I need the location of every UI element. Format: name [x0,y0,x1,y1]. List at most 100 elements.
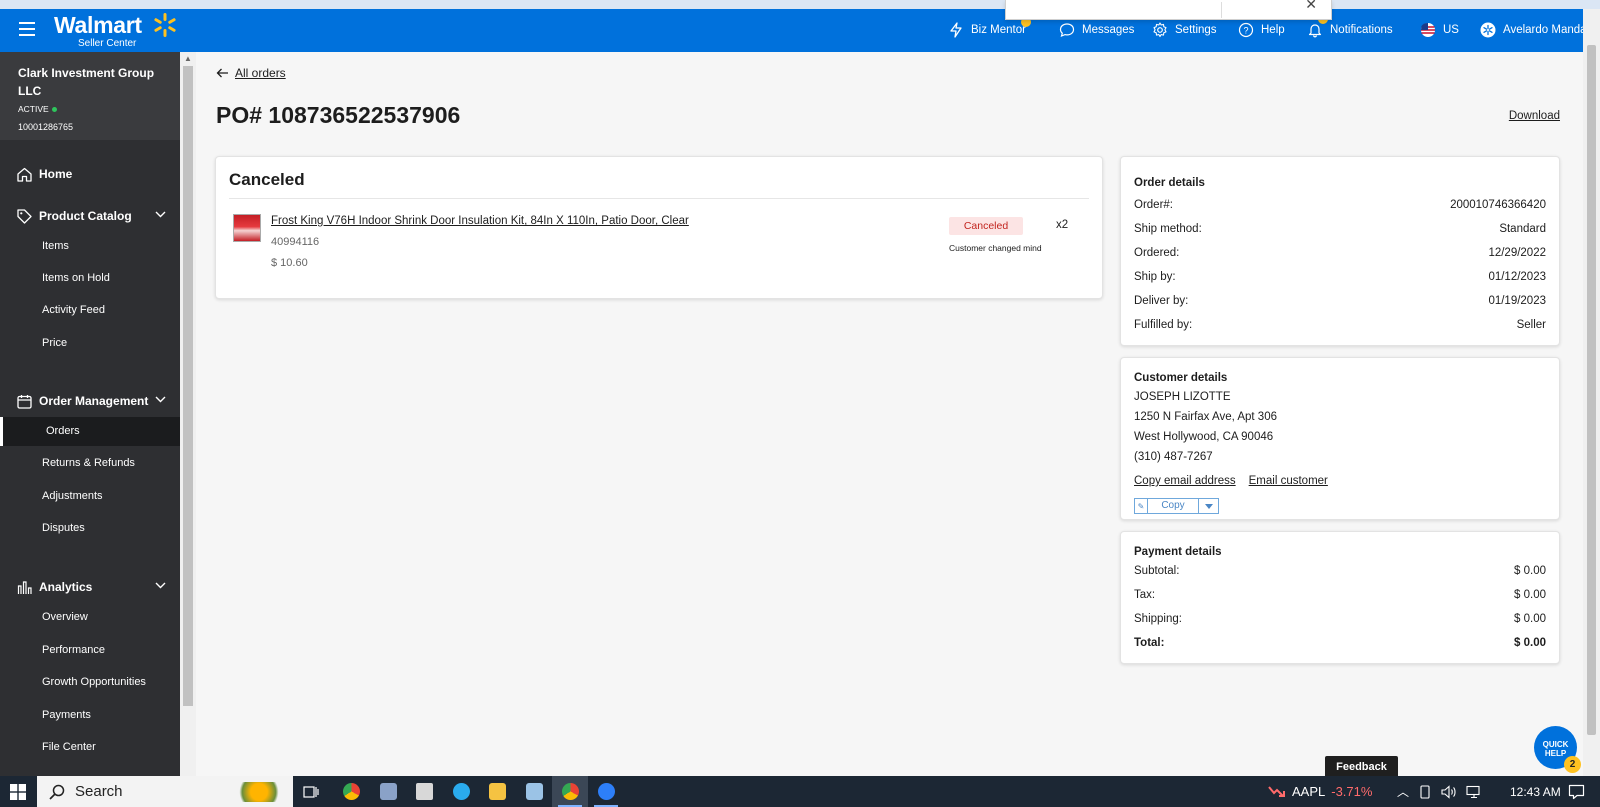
os-taskbar: Search AAPL -3.71% ︿ 12:43 AM [0,776,1600,807]
sidebar-item-returns-refunds[interactable]: Returns & Refunds [0,449,180,478]
task-view-icon[interactable] [303,784,319,800]
stock-ticker[interactable]: AAPL -3.71% [1268,776,1372,807]
chrome-app-icon-active[interactable] [562,783,579,800]
calendar-box-icon [17,394,32,409]
device-icon[interactable] [1418,784,1432,799]
row-value: 01/19/2023 [1488,295,1546,307]
sidebar-scrollbar[interactable]: ▲ [180,52,196,776]
menu-icon[interactable] [19,22,35,36]
close-icon[interactable]: ✕ [1305,0,1317,13]
feedback-button[interactable]: Feedback [1325,756,1398,778]
sidebar-item-price[interactable]: Price [0,329,180,358]
line-status-title: Canceled [229,170,305,189]
sidebar-item-payments[interactable]: Payments [0,701,180,730]
network-icon[interactable] [1466,785,1482,799]
us-flag-icon [1421,22,1435,37]
sidebar-item-activity-feed[interactable]: Activity Feed [0,296,180,325]
pencil-icon: ✎ [1135,499,1148,513]
nav-help[interactable]: ? Help [1238,22,1285,38]
sidebar-item-adjustments[interactable]: Adjustments [0,482,180,511]
payment-details-title: Payment details [1134,546,1222,558]
sidebar-item-home-label: Home [39,167,73,181]
weather-widget-icon[interactable] [233,781,285,802]
sidebar-item-items[interactable]: Items [0,232,180,261]
order-details-title: Order details [1134,177,1205,189]
sidebar-item-home[interactable]: Home [0,159,180,189]
windows-start-icon[interactable] [10,784,26,800]
brand-subtitle: Seller Center [78,38,137,49]
nav-biz-mentor[interactable]: Biz Mentor [948,22,1026,38]
sidebar-item-file-center[interactable]: File Center [0,733,180,762]
ship-method-row: Ship method: Standard [1134,223,1546,235]
nav-messages[interactable]: Messages [1059,22,1134,38]
notification-center-icon[interactable] [1568,784,1585,800]
copy-button[interactable]: Copy [1148,499,1198,513]
customer-address-line2: West Hollywood, CA 90046 [1134,431,1274,443]
sidebar-item-performance[interactable]: Performance [0,636,180,665]
back-to-all-orders-link[interactable]: All orders [216,66,286,80]
line-quantity: x2 [1056,219,1069,231]
nav-notifications-label: Notifications [1330,24,1393,36]
zoom-app-icon[interactable] [598,783,615,800]
payment-details-card: Payment details Subtotal: $ 0.00 Tax: $ 0.… [1120,531,1560,664]
customer-name: JOSEPH LIZOTTE [1134,391,1231,403]
customer-actions: Copy email address Email customer [1134,475,1328,487]
notepad-app-icon[interactable] [526,783,543,800]
row-label: Ship method: [1134,223,1202,235]
nav-settings[interactable]: Settings [1152,22,1217,38]
telegram-app-icon[interactable] [453,783,470,800]
customer-details-card: Customer details JOSEPH LIZOTTE 1250 N F… [1120,357,1560,520]
copy-split-button[interactable]: ✎ Copy [1134,498,1219,514]
top-navigation-bar: Walmart Seller Center Biz Mentor Message… [0,9,1592,52]
row-value: 12/29/2022 [1488,247,1546,259]
sidebar-section-analytics[interactable]: Analytics [0,572,180,602]
row-label: Shipping: [1134,613,1182,625]
system-clock[interactable]: 12:43 AM [1510,776,1561,807]
calculator-app-icon[interactable] [416,783,433,800]
product-price: $ 10.60 [271,257,308,269]
nav-settings-label: Settings [1175,24,1217,36]
sidebar-item-orders[interactable]: Orders [0,417,180,446]
customer-phone: (310) 487-7267 [1134,451,1213,463]
sidebar-section-order-management[interactable]: Order Management [0,386,180,416]
sidebar-item-disputes[interactable]: Disputes [0,514,180,543]
paint-app-icon[interactable] [380,783,397,800]
sidebar-item-overview[interactable]: Overview [0,603,180,632]
sidebar-item-items-on-hold[interactable]: Items on Hold [0,264,180,293]
find-popup: ✕ [1005,0,1332,20]
product-name-link[interactable]: Frost King V76H Indoor Shrink Door Insul… [271,215,689,227]
page-scrollbar-thumb[interactable] [1587,45,1596,735]
spark-icon [154,13,176,37]
email-customer-link[interactable]: Email customer [1249,475,1328,487]
scroll-up-icon[interactable]: ▲ [184,54,192,63]
file-explorer-icon[interactable] [489,783,506,800]
download-link[interactable]: Download [1509,110,1560,122]
page-scrollbar[interactable] [1583,9,1600,776]
ship-by-row: Ship by: 01/12/2023 [1134,271,1546,283]
row-label: Ordered: [1134,247,1180,259]
dropdown-toggle[interactable] [1198,499,1218,513]
chrome-app-icon[interactable] [343,783,360,800]
chevron-up-icon[interactable]: ︿ [1397,783,1409,800]
bell-icon [1308,24,1322,38]
row-label: Order#: [1134,199,1173,211]
nav-user-account[interactable]: Avelardo Mandall [1480,22,1592,38]
row-label: Tax: [1134,589,1156,601]
taskbar-search[interactable]: Search [37,776,293,807]
sidebar-section-product-catalog[interactable]: Product Catalog [0,201,180,231]
sidebar-item-growth-opportunities[interactable]: Growth Opportunities [0,668,180,697]
sidebar-scrollbar-thumb[interactable] [183,66,193,706]
speaker-icon[interactable] [1441,784,1457,799]
walmart-logo[interactable]: Walmart Seller Center [54,12,142,49]
row-label: Total: [1134,637,1165,649]
sidebar-section-product-catalog-label: Product Catalog [39,209,132,223]
account-status-label: ACTIVE [18,104,49,114]
product-thumbnail[interactable] [233,214,261,242]
copy-email-link[interactable]: Copy email address [1134,475,1236,487]
customer-address-line1: 1250 N Fairfax Ave, Apt 306 [1134,411,1277,423]
nav-country[interactable]: US [1420,22,1459,38]
arrow-left-icon [216,68,228,78]
nav-notifications[interactable]: Notifications [1307,22,1393,38]
nav-country-label: US [1443,24,1459,36]
row-value: Standard [1499,223,1546,235]
